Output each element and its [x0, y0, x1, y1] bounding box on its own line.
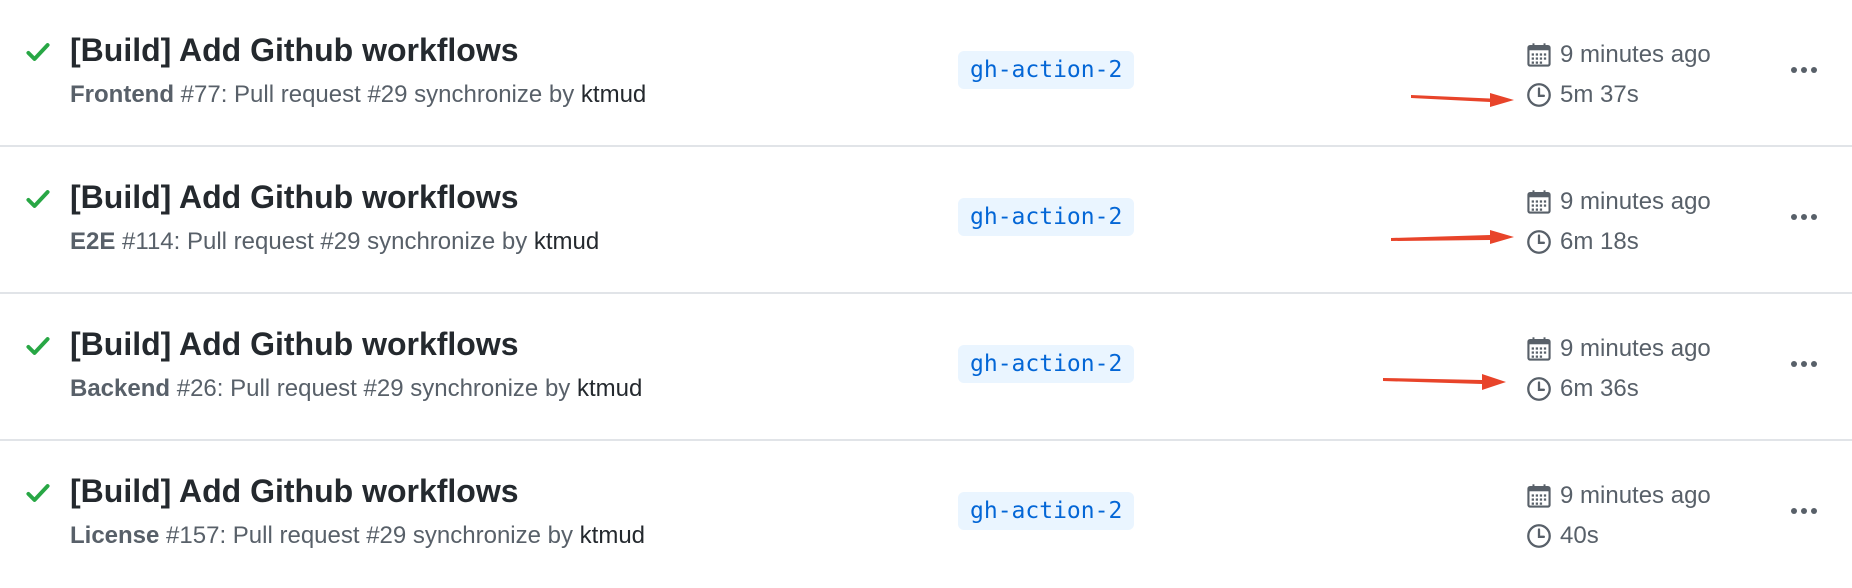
actor-link[interactable]: ktmud [534, 228, 599, 255]
started-text: 9 minutes ago [1560, 188, 1711, 215]
workflow-runs-list: [Build] Add Github workflows Frontend #7… [0, 0, 1852, 588]
red-arrow-annotation [1411, 93, 1514, 107]
clock-icon [1527, 377, 1551, 401]
duration: 5m 37s [1526, 78, 1746, 112]
run-meta: License #157: Pull request #29 synchroni… [70, 521, 645, 551]
run-number: #157 [159, 522, 220, 549]
run-timing: 9 minutes ago 5m 37s [1526, 38, 1746, 112]
actor-link[interactable]: ktmud [577, 375, 642, 402]
run-event: : Pull request #29 synchronize by [219, 522, 580, 549]
started-time: 9 minutes ago [1526, 38, 1746, 72]
duration-text: 40s [1560, 522, 1599, 549]
calendar-icon [1527, 43, 1551, 67]
run-event: : Pull request #29 synchronize by [220, 81, 581, 108]
duration-text: 6m 18s [1560, 228, 1639, 255]
duration-text: 5m 37s [1560, 81, 1639, 108]
kebab-horizontal-icon[interactable] [1786, 349, 1822, 379]
branch-tag[interactable]: gh-action-2 [958, 198, 1135, 236]
workflow-name[interactable]: Backend [70, 375, 170, 402]
kebab-horizontal-icon[interactable] [1786, 202, 1822, 232]
actor-link[interactable]: ktmud [580, 522, 645, 549]
calendar-icon [1527, 484, 1551, 508]
run-timing: 9 minutes ago 40s [1526, 479, 1746, 553]
started-time: 9 minutes ago [1526, 185, 1746, 219]
run-timing: 9 minutes ago 6m 36s [1526, 332, 1746, 406]
red-arrow-annotation [1383, 374, 1506, 390]
duration-text: 6m 36s [1560, 375, 1639, 402]
run-number: #77 [173, 81, 221, 108]
run-title-link[interactable]: [Build] Add Github workflows [70, 30, 519, 70]
started-time: 9 minutes ago [1526, 332, 1746, 366]
workflow-run-row[interactable]: [Build] Add Github workflows License #15… [0, 441, 1852, 588]
kebab-horizontal-icon[interactable] [1786, 496, 1822, 526]
calendar-icon [1527, 337, 1551, 361]
duration: 6m 18s [1526, 225, 1746, 259]
workflow-run-row[interactable]: [Build] Add Github workflows E2E #114: P… [0, 147, 1852, 294]
calendar-icon [1527, 190, 1551, 214]
workflow-run-row[interactable]: [Build] Add Github workflows Frontend #7… [0, 0, 1852, 147]
check-icon [26, 190, 50, 208]
branch-tag[interactable]: gh-action-2 [958, 492, 1135, 530]
clock-icon [1527, 524, 1551, 548]
run-title-link[interactable]: [Build] Add Github workflows [70, 177, 519, 217]
workflow-name[interactable]: License [70, 522, 159, 549]
workflow-name[interactable]: Frontend [70, 81, 174, 108]
started-text: 9 minutes ago [1560, 41, 1711, 68]
actor-link[interactable]: ktmud [581, 81, 646, 108]
red-arrow-annotation [1391, 230, 1514, 244]
branch-tag[interactable]: gh-action-2 [958, 51, 1135, 89]
kebab-horizontal-icon[interactable] [1786, 55, 1822, 85]
clock-icon [1527, 83, 1551, 107]
started-text: 9 minutes ago [1560, 482, 1711, 509]
duration: 6m 36s [1526, 372, 1746, 406]
run-number: #26 [170, 375, 217, 402]
run-event: : Pull request #29 synchronize by [173, 228, 534, 255]
run-title-link[interactable]: [Build] Add Github workflows [70, 324, 519, 364]
run-meta: Backend #26: Pull request #29 synchroniz… [70, 374, 642, 404]
workflow-name[interactable]: E2E [70, 228, 115, 255]
clock-icon [1527, 230, 1551, 254]
run-event: : Pull request #29 synchronize by [216, 375, 577, 402]
check-icon [26, 337, 50, 355]
run-timing: 9 minutes ago 6m 18s [1526, 185, 1746, 259]
check-icon [26, 484, 50, 502]
check-icon [26, 43, 50, 61]
started-time: 9 minutes ago [1526, 479, 1746, 513]
duration: 40s [1526, 519, 1746, 553]
run-title-link[interactable]: [Build] Add Github workflows [70, 471, 519, 511]
run-meta: E2E #114: Pull request #29 synchronize b… [70, 227, 599, 257]
workflow-run-row[interactable]: [Build] Add Github workflows Backend #26… [0, 294, 1852, 441]
branch-tag[interactable]: gh-action-2 [958, 345, 1135, 383]
run-number: #114 [115, 228, 174, 255]
started-text: 9 minutes ago [1560, 335, 1711, 362]
run-meta: Frontend #77: Pull request #29 synchroni… [70, 80, 646, 110]
